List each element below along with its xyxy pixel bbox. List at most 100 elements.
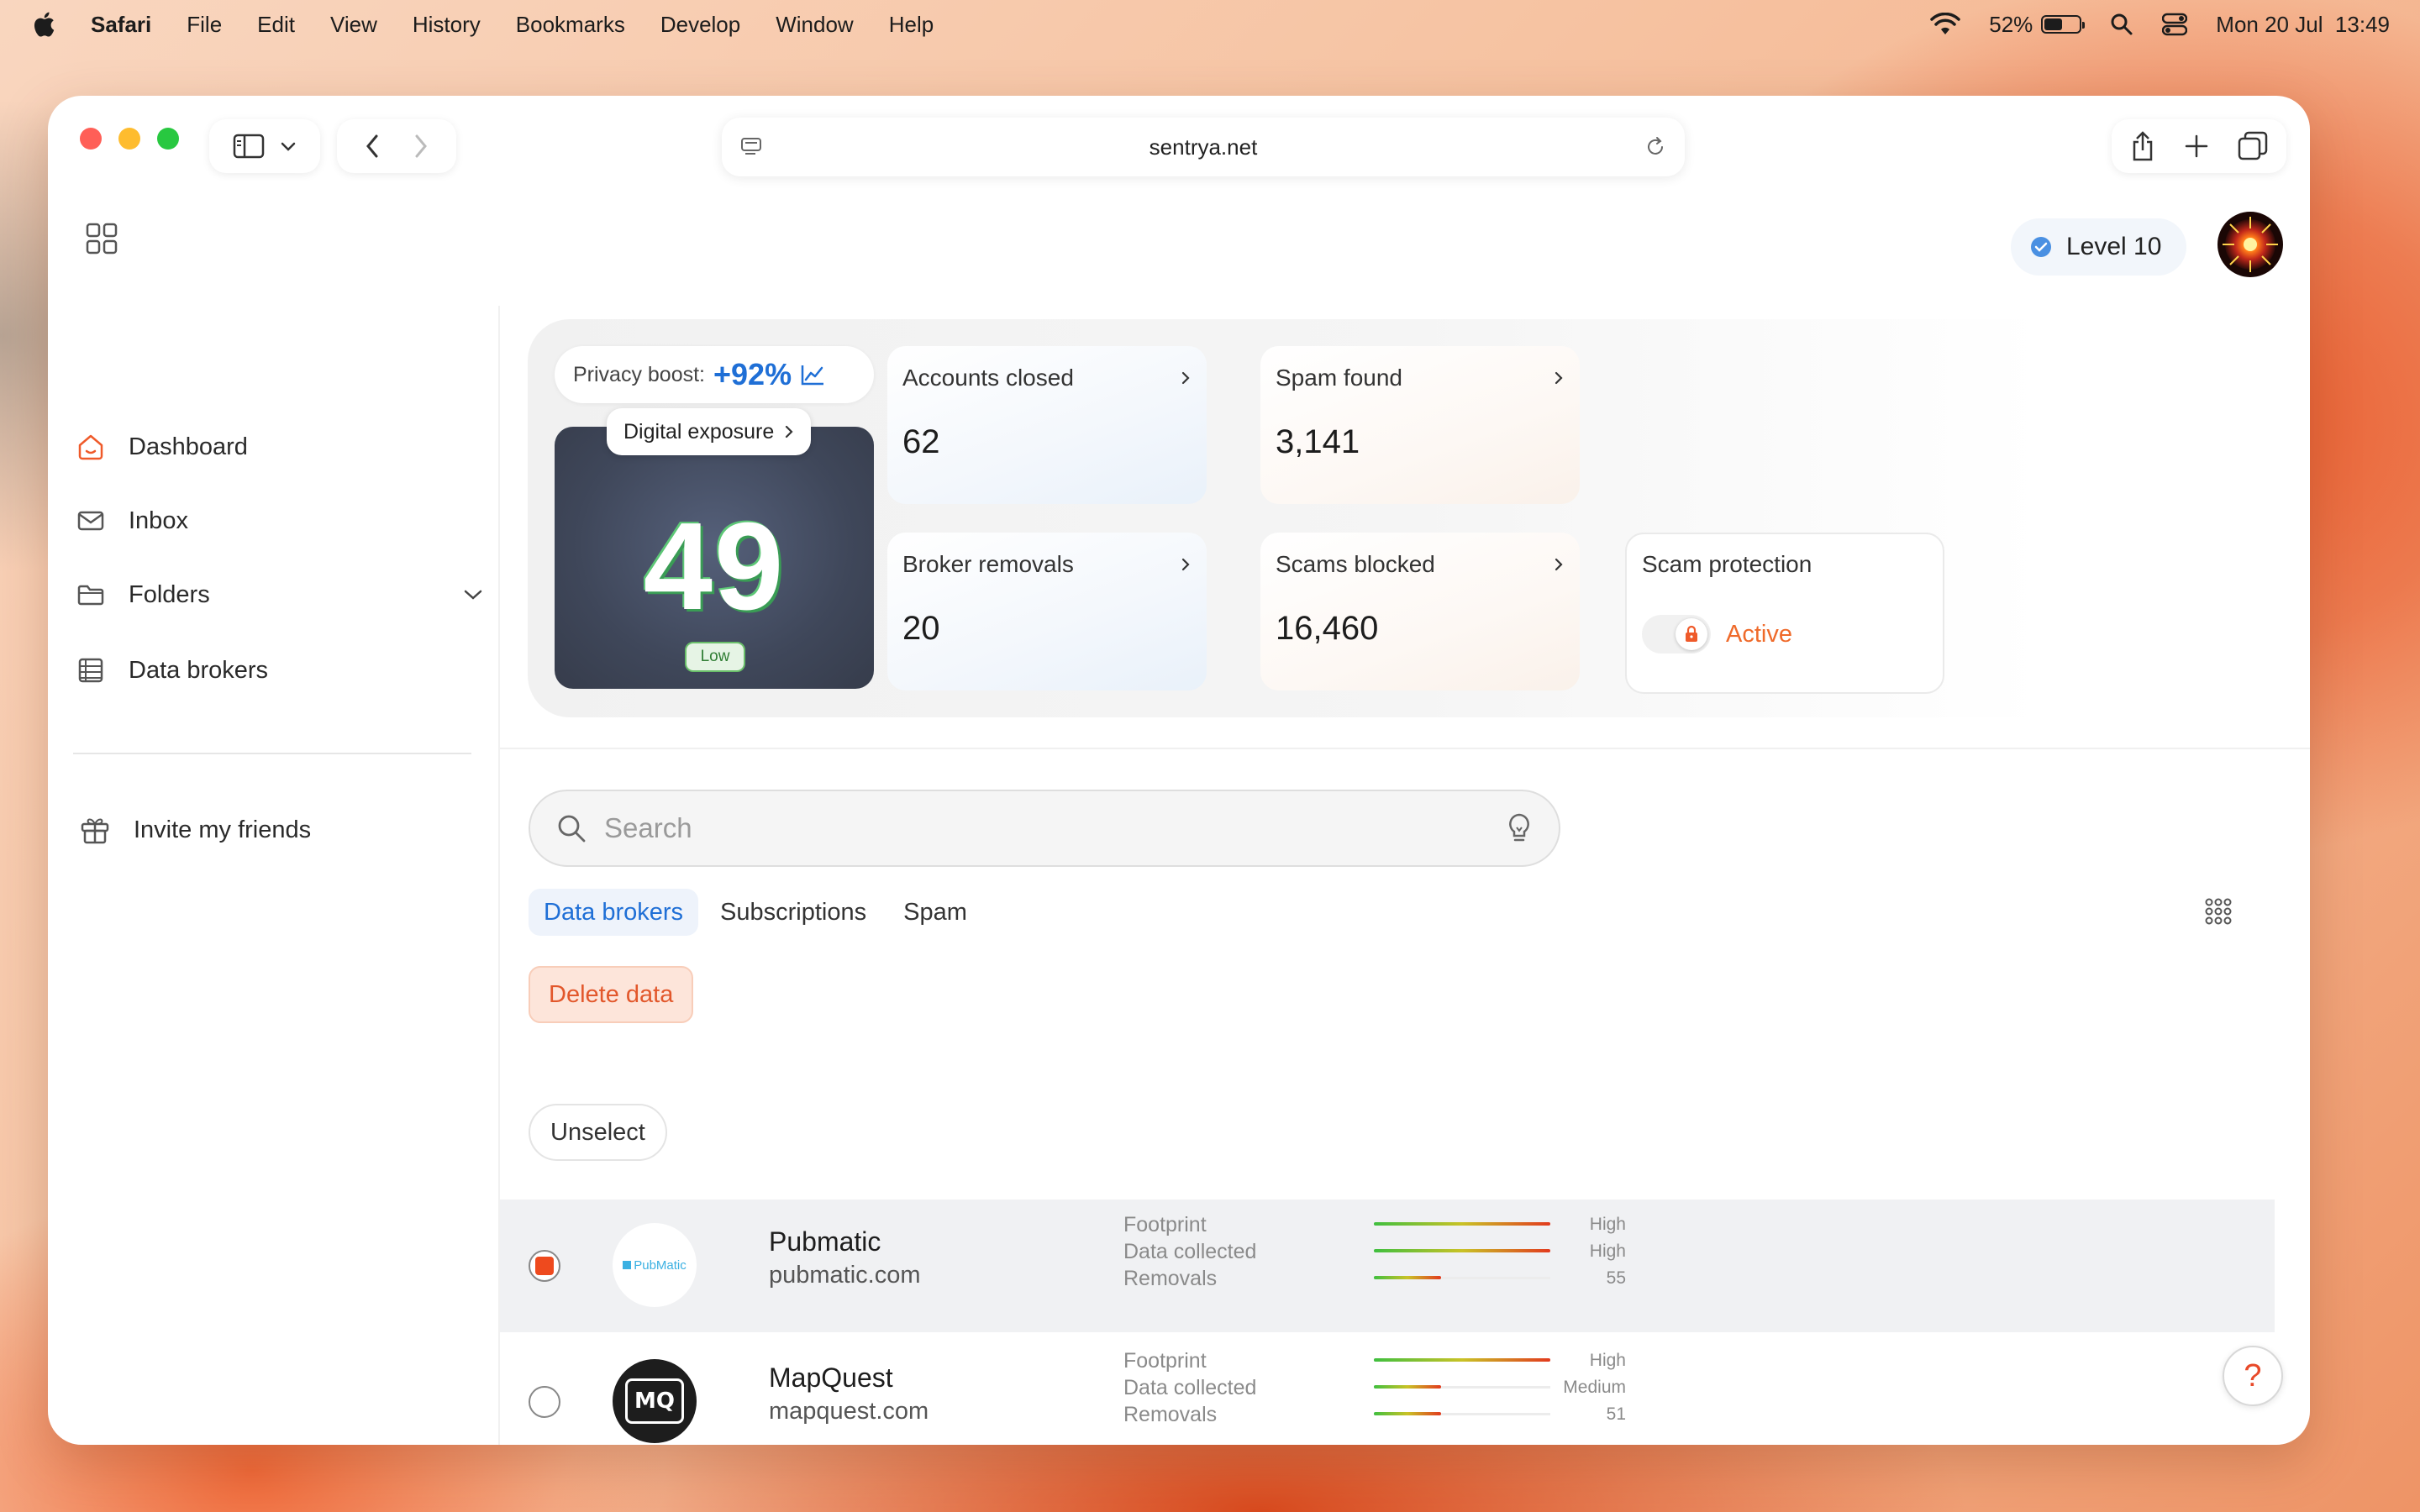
sidebar-item-label: Data brokers xyxy=(129,656,269,684)
new-tab-icon[interactable] xyxy=(2184,134,2209,159)
footprint-value: High xyxy=(1589,1215,1626,1234)
scam-protection-status: Active xyxy=(1726,620,1792,648)
mapquest-logo-mark: MQ xyxy=(625,1378,684,1424)
broker-removals-label: Broker removals xyxy=(902,551,1074,577)
unselect-button[interactable]: Unselect xyxy=(529,1104,667,1161)
broker-name: Pubmatic xyxy=(769,1226,881,1257)
broker-domain: pubmatic.com xyxy=(769,1262,921,1289)
menu-window[interactable]: Window xyxy=(776,12,853,38)
digital-exposure-button[interactable]: Digital exposure xyxy=(607,408,812,455)
menubar-clock[interactable]: Mon 20 Jul 13:49 xyxy=(2216,12,2390,38)
back-icon[interactable] xyxy=(365,134,380,159)
menu-develop[interactable]: Develop xyxy=(660,12,740,38)
grid-view-icon[interactable] xyxy=(2204,897,2233,926)
broker-removals-value: 20 xyxy=(902,610,940,647)
scam-protection-label: Scam protection xyxy=(1642,551,1812,577)
metric-labels: Footprint Data collected Removals xyxy=(1123,1211,1256,1292)
tab-overview-icon[interactable] xyxy=(2238,131,2268,161)
privacy-boost[interactable]: Privacy boost: +92% xyxy=(555,346,874,403)
sidebar-item-label: Dashboard xyxy=(129,433,248,460)
sidebar-item-folders[interactable]: Folders xyxy=(76,570,483,620)
broker-removals-card[interactable]: Broker removals 20 xyxy=(887,533,1207,690)
removals-fill xyxy=(1374,1276,1441,1279)
removals-value: 55 xyxy=(1606,1268,1626,1288)
sidebar-toggle-icon[interactable] xyxy=(233,134,265,159)
accounts-closed-label: Accounts closed xyxy=(902,365,1074,391)
zoom-window-button[interactable] xyxy=(157,128,179,150)
level-badge[interactable]: Level 10 xyxy=(2011,218,2187,276)
scams-blocked-card[interactable]: Scams blocked 16,460 xyxy=(1260,533,1580,690)
search-input[interactable] xyxy=(604,812,1488,844)
digital-exposure-card[interactable]: Digital exposure 49 Low xyxy=(555,408,874,689)
lock-icon xyxy=(1686,625,1697,642)
data-collected-fill xyxy=(1374,1385,1441,1389)
chevron-right-icon xyxy=(1181,558,1190,571)
help-button[interactable]: ? xyxy=(2223,1346,2283,1406)
address-bar[interactable]: sentrya.net xyxy=(722,118,1685,176)
lightbulb-icon[interactable] xyxy=(1505,812,1534,844)
accounts-closed-card[interactable]: Accounts closed 62 xyxy=(887,346,1207,504)
sidebar-divider xyxy=(73,753,471,754)
navigation-group xyxy=(337,119,456,173)
close-window-button[interactable] xyxy=(80,128,102,150)
tab-data-brokers[interactable]: Data brokers xyxy=(529,889,699,936)
row-select-checkbox[interactable] xyxy=(529,1250,560,1282)
page-menu-icon[interactable] xyxy=(740,136,762,158)
footprint-fill xyxy=(1374,1222,1550,1226)
menu-file[interactable]: File xyxy=(187,12,222,38)
chevron-down-icon[interactable] xyxy=(280,140,297,152)
menu-view[interactable]: View xyxy=(330,12,377,38)
data-collected-label: Data collected xyxy=(1123,1376,1257,1399)
toggle-knob xyxy=(1676,618,1707,650)
minimize-window-button[interactable] xyxy=(118,128,140,150)
control-center-icon[interactable] xyxy=(2162,13,2188,36)
sidebar-item-dashboard[interactable]: Dashboard xyxy=(76,422,248,472)
spam-found-label: Spam found xyxy=(1276,365,1402,391)
battery-indicator[interactable]: 52% xyxy=(1989,11,2086,38)
scam-protection-toggle[interactable] xyxy=(1642,615,1711,654)
search-icon xyxy=(558,815,586,843)
data-collected-bar: High xyxy=(1374,1238,1626,1265)
menu-bookmarks[interactable]: Bookmarks xyxy=(516,12,625,38)
reload-icon[interactable] xyxy=(1644,136,1666,158)
menu-edit[interactable]: Edit xyxy=(257,12,295,38)
row-select-checkbox[interactable] xyxy=(529,1386,560,1418)
list-icon xyxy=(78,658,103,683)
footprint-fill xyxy=(1374,1358,1550,1362)
home-icon xyxy=(78,434,103,460)
selected-indicator xyxy=(535,1257,554,1275)
url-text: sentrya.net xyxy=(1149,134,1258,160)
menu-app-name[interactable]: Safari xyxy=(91,12,151,38)
tab-subscriptions[interactable]: Subscriptions xyxy=(705,889,881,936)
share-icon[interactable] xyxy=(2130,130,2155,162)
menu-history[interactable]: History xyxy=(413,12,481,38)
data-collected-value: Medium xyxy=(1563,1378,1626,1397)
verified-badge-icon xyxy=(2031,237,2051,257)
search-bar xyxy=(529,790,1560,867)
battery-icon xyxy=(2041,15,2086,34)
table-row[interactable]: PubMatic Pubmatic pubmatic.com Footprint… xyxy=(500,1200,2275,1332)
sidebar-item-data-brokers[interactable]: Data brokers xyxy=(76,645,268,696)
removals-fill xyxy=(1374,1412,1441,1415)
chevron-down-icon[interactable] xyxy=(463,588,483,601)
wifi-icon[interactable] xyxy=(1930,13,1960,36)
metric-labels: Footprint Data collected Removals xyxy=(1123,1347,1256,1428)
chevron-right-icon xyxy=(1555,558,1563,571)
broker-logo: PubMatic xyxy=(613,1223,697,1307)
spotlight-search-icon[interactable] xyxy=(2110,13,2133,36)
delete-data-button[interactable]: Delete data xyxy=(529,966,694,1023)
table-row[interactable]: MQ MapQuest mapquest.com Footprint Data … xyxy=(500,1336,2275,1445)
avatar[interactable] xyxy=(2217,212,2283,277)
apps-grid-icon[interactable] xyxy=(85,222,118,255)
footprint-bar: High xyxy=(1374,1347,1626,1374)
battery-percent: 52% xyxy=(1989,11,2033,37)
sidebar-item-inbox[interactable]: Inbox xyxy=(76,496,188,546)
tab-spam[interactable]: Spam xyxy=(888,889,982,936)
removals-value: 51 xyxy=(1606,1404,1626,1424)
sidebar-item-invite[interactable]: Invite my friends xyxy=(80,805,311,855)
apple-icon[interactable] xyxy=(30,9,60,39)
menu-help[interactable]: Help xyxy=(889,12,934,38)
forward-icon[interactable] xyxy=(413,134,429,159)
scam-protection-card[interactable]: Scam protection Active xyxy=(1625,533,1944,694)
spam-found-card[interactable]: Spam found 3,141 xyxy=(1260,346,1580,504)
